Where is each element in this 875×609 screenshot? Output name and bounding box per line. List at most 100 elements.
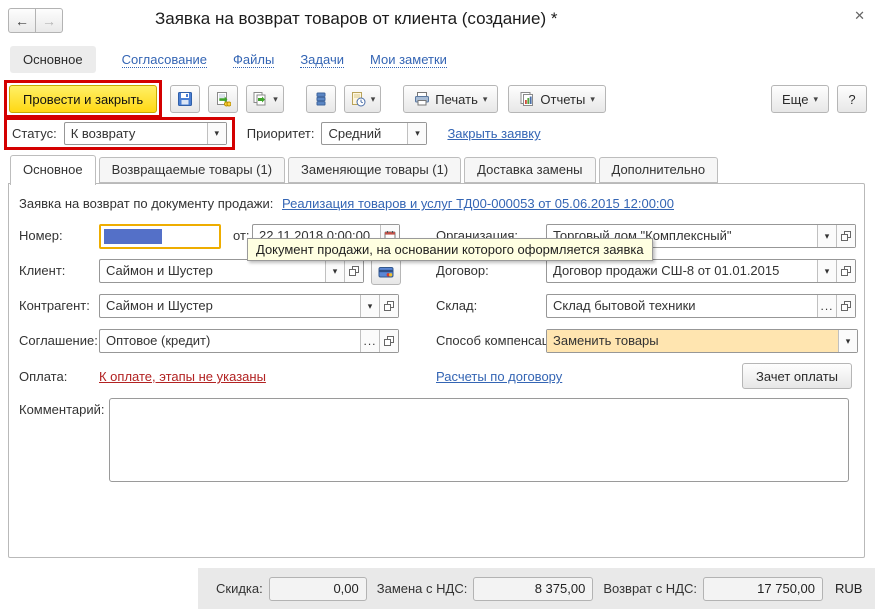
chevron-down-icon: ▾ bbox=[368, 301, 373, 312]
counterparty-dropdown-button[interactable]: ▾ bbox=[360, 295, 379, 317]
close-button[interactable]: ✕ bbox=[854, 8, 865, 24]
number-field[interactable] bbox=[99, 224, 221, 249]
create-based-on-button[interactable]: ▾ bbox=[246, 85, 284, 113]
tab-returned-goods[interactable]: Возвращаемые товары (1) bbox=[99, 157, 285, 183]
contract-dropdown-button[interactable]: ▾ bbox=[817, 260, 836, 282]
payment-offset-button[interactable]: Зачет оплаты bbox=[742, 363, 852, 389]
tab-main[interactable]: Основное bbox=[10, 155, 96, 185]
warehouse-label: Склад: bbox=[436, 294, 477, 318]
chevron-down-icon: ▾ bbox=[825, 266, 830, 277]
chevron-down-icon: ▾ bbox=[846, 336, 851, 347]
annotation-box-post-close: Провести и закрыть bbox=[4, 80, 162, 118]
chevron-down-icon: ▾ bbox=[415, 128, 420, 139]
nav-item-tasks[interactable]: Задачи bbox=[300, 52, 344, 68]
settlements-link[interactable]: Расчеты по договору bbox=[436, 369, 562, 384]
priority-dropdown-button[interactable]: ▾ bbox=[407, 123, 426, 144]
client-card-button[interactable] bbox=[371, 259, 401, 285]
page-title: Заявка на возврат товаров от клиента (со… bbox=[155, 9, 558, 29]
replacement-vat-value: 8 375,00 bbox=[473, 577, 593, 601]
status-select[interactable]: К возврату ▾ bbox=[64, 122, 227, 145]
status-label: Статус: bbox=[12, 126, 57, 141]
open-icon bbox=[383, 335, 395, 347]
priority-select[interactable]: Средний ▾ bbox=[321, 122, 427, 145]
contract-value: Договор продажи СШ-8 от 01.01.2015 bbox=[547, 260, 817, 282]
client-dropdown-button[interactable]: ▾ bbox=[325, 260, 344, 282]
base-document-row: Заявка на возврат по документу продажи: … bbox=[19, 196, 674, 211]
save-button[interactable] bbox=[170, 85, 200, 113]
printer-icon bbox=[414, 91, 430, 107]
status-row: Статус: К возврату ▾ Приоритет: Средний … bbox=[4, 117, 541, 150]
organization-open-button[interactable] bbox=[836, 225, 855, 247]
dropdown-caret-icon: ▾ bbox=[483, 95, 488, 104]
client-field[interactable]: Саймон и Шустер ▾ bbox=[99, 259, 364, 283]
organization-dropdown-button[interactable]: ▾ bbox=[817, 225, 836, 247]
tab-additional[interactable]: Дополнительно bbox=[599, 157, 719, 183]
back-button[interactable]: ← bbox=[8, 8, 36, 33]
agreement-field[interactable]: Оптовое (кредит) ... bbox=[99, 329, 399, 353]
open-icon bbox=[840, 230, 852, 242]
compensation-dropdown-button[interactable]: ▾ bbox=[838, 330, 857, 352]
warehouse-select-button[interactable]: ... bbox=[817, 295, 836, 317]
warehouse-field[interactable]: Склад бытовой техники ... bbox=[546, 294, 856, 318]
comment-textarea[interactable] bbox=[109, 398, 849, 482]
reports-button[interactable]: Отчеты ▾ bbox=[508, 85, 605, 113]
create-based-on-icon bbox=[252, 91, 268, 107]
tooltip: Документ продажи, на основании которого … bbox=[247, 238, 653, 261]
annotation-box-status: Статус: К возврату ▾ bbox=[4, 117, 235, 150]
more-label: Еще bbox=[782, 92, 808, 107]
floppy-save-icon bbox=[177, 91, 193, 107]
nav-item-notes[interactable]: Мои заметки bbox=[370, 52, 447, 68]
client-label: Клиент: bbox=[19, 259, 65, 283]
compensation-field[interactable]: Заменить товары ▾ bbox=[546, 329, 858, 353]
totals-footer: Скидка: 0,00 Замена с НДС: 8 375,00 Возв… bbox=[198, 568, 875, 609]
toolbar: Провести и закрыть ▾ bbox=[4, 80, 867, 118]
post-document-icon bbox=[215, 91, 231, 107]
number-selection bbox=[104, 229, 162, 244]
dropdown-caret-icon: ▾ bbox=[590, 95, 595, 104]
dropdown-caret-icon: ▾ bbox=[371, 95, 376, 104]
status-value: К возврату bbox=[65, 123, 207, 144]
document-clock-icon bbox=[350, 91, 366, 107]
return-request-window: ← → Заявка на возврат товаров от клиента… bbox=[0, 0, 875, 609]
register-records-button[interactable] bbox=[306, 85, 336, 113]
nav-item-approval[interactable]: Согласование bbox=[122, 52, 207, 68]
form-tabs: Основное Возвращаемые товары (1) Заменяю… bbox=[10, 155, 721, 185]
contract-open-button[interactable] bbox=[836, 260, 855, 282]
counterparty-field[interactable]: Саймон и Шустер ▾ bbox=[99, 294, 399, 318]
agreement-open-button[interactable] bbox=[379, 330, 398, 352]
contract-field[interactable]: Договор продажи СШ-8 от 01.01.2015 ▾ bbox=[546, 259, 856, 283]
contract-label: Договор: bbox=[436, 259, 489, 283]
document-journal-button[interactable]: ▾ bbox=[344, 85, 382, 113]
chevron-down-icon: ▾ bbox=[214, 128, 219, 139]
report-chart-icon bbox=[519, 91, 535, 107]
tab-replacement-delivery[interactable]: Доставка замены bbox=[464, 157, 595, 183]
warehouse-open-button[interactable] bbox=[836, 295, 855, 317]
print-button[interactable]: Печать ▾ bbox=[403, 85, 498, 113]
status-dropdown-button[interactable]: ▾ bbox=[207, 123, 226, 144]
client-open-button[interactable] bbox=[344, 260, 363, 282]
post-document-button[interactable] bbox=[208, 85, 238, 113]
currency-label: RUB bbox=[835, 581, 862, 596]
number-label: Номер: bbox=[19, 224, 63, 248]
priority-label: Приоритет: bbox=[247, 126, 315, 141]
print-label: Печать bbox=[435, 92, 478, 107]
tab-replacement-goods[interactable]: Заменяющие товары (1) bbox=[288, 157, 461, 183]
agreement-select-button[interactable]: ... bbox=[360, 330, 379, 352]
chevron-down-icon: ▾ bbox=[333, 266, 338, 277]
nav-item-files[interactable]: Файлы bbox=[233, 52, 274, 68]
nav-item-main[interactable]: Основное bbox=[10, 46, 96, 73]
counterparty-open-button[interactable] bbox=[379, 295, 398, 317]
return-vat-label: Возврат с НДС: bbox=[603, 581, 697, 596]
forward-button[interactable]: → bbox=[35, 8, 63, 33]
more-button[interactable]: Еще ▾ bbox=[771, 85, 829, 113]
discount-value: 0,00 bbox=[269, 577, 367, 601]
base-document-link[interactable]: Реализация товаров и услуг ТД00-000053 о… bbox=[282, 196, 674, 211]
close-request-link[interactable]: Закрыть заявку bbox=[447, 126, 540, 141]
post-and-close-button[interactable]: Провести и закрыть bbox=[9, 85, 157, 113]
ellipsis-icon: ... bbox=[363, 334, 376, 348]
payment-stages-link[interactable]: К оплате, этапы не указаны bbox=[99, 369, 266, 384]
top-nav: Основное Согласование Файлы Задачи Мои з… bbox=[10, 46, 447, 73]
help-button[interactable]: ? bbox=[837, 85, 867, 113]
main-form-panel: Заявка на возврат по документу продажи: … bbox=[8, 183, 865, 558]
back-arrow-icon: ← bbox=[15, 13, 29, 29]
